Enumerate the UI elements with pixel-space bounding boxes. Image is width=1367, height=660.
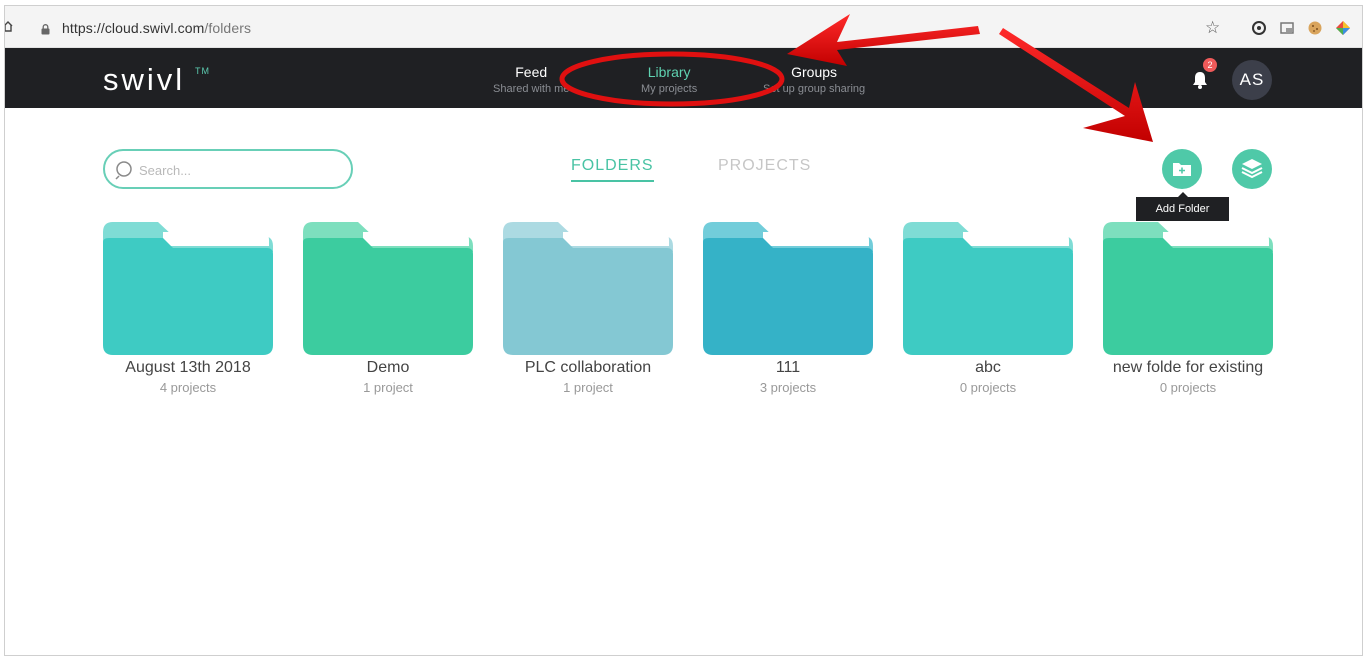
folder-count: 4 projects	[159, 380, 217, 395]
nav-library-title: Library	[647, 64, 691, 80]
folder-card[interactable]: August 13th 2018 4 projects	[103, 222, 273, 395]
folder-name: Demo	[366, 359, 410, 376]
folder-card[interactable]: Demo 1 project	[303, 222, 473, 395]
folder-count: 3 projects	[759, 380, 817, 395]
swivl-logo[interactable]: swivl TM	[103, 62, 209, 98]
browser-window: https://cloud.swivl.com/folders ☆ swivl T…	[4, 5, 1363, 656]
folder-name: abc	[975, 359, 1001, 376]
tab-folders[interactable]: FOLDERS	[571, 157, 654, 182]
cookie-extension-icon[interactable]	[1307, 20, 1323, 36]
folder-card[interactable]: new folde for existing 0 projects	[1103, 222, 1273, 395]
logo-trademark: TM	[195, 66, 210, 76]
extension-circle-icon[interactable]	[1251, 20, 1267, 36]
cast-icon[interactable]	[1279, 20, 1295, 36]
folder-card[interactable]: 111 3 projects	[703, 222, 873, 395]
url-field[interactable]: https://cloud.swivl.com/folders	[62, 20, 251, 36]
folder-card[interactable]: PLC collaboration 1 project	[503, 222, 673, 395]
add-folder-icon	[1173, 163, 1191, 176]
add-folder-tooltip: Add Folder	[1136, 192, 1229, 221]
folder-count: 0 projects	[1159, 380, 1217, 395]
folder-count: 1 project	[363, 380, 413, 395]
folder-icon	[703, 222, 873, 355]
user-avatar[interactable]: AS	[1232, 60, 1272, 100]
logo-text: swivl	[103, 62, 186, 97]
folder-icon	[903, 222, 1073, 355]
color-extension-icon[interactable]	[1335, 20, 1351, 36]
bookmark-star-icon[interactable]: ☆	[1205, 18, 1220, 38]
folder-card[interactable]: abc 0 projects	[903, 222, 1073, 395]
notification-badge: 2	[1203, 58, 1217, 72]
folder-count: 1 project	[563, 380, 613, 395]
layers-button[interactable]	[1232, 149, 1272, 189]
nav-groups[interactable]: Groups Set up group sharing	[763, 64, 865, 95]
folder-name: 111	[775, 359, 801, 376]
add-folder-button[interactable]	[1162, 149, 1202, 189]
folder-name: PLC collaboration	[524, 359, 652, 376]
nav-groups-title: Groups	[791, 64, 838, 80]
folder-name: August 13th 2018	[125, 359, 251, 376]
search-box[interactable]	[103, 149, 353, 189]
bell-icon[interactable]	[1191, 70, 1209, 90]
browser-address-bar: https://cloud.swivl.com/folders ☆	[5, 6, 1362, 48]
tab-projects[interactable]: PROJECTS	[718, 157, 811, 175]
url-path: /folders	[204, 20, 252, 36]
lock-icon	[41, 24, 50, 35]
url-host: https://cloud.swivl.com	[62, 20, 205, 36]
home-icon[interactable]	[4, 20, 13, 32]
nav-library[interactable]: Library My projects	[641, 64, 697, 95]
nav-feed-subtitle: Shared with me	[493, 83, 570, 95]
nav-feed-title: Feed	[515, 64, 548, 80]
layers-icon	[1241, 159, 1263, 179]
folder-count: 0 projects	[959, 380, 1017, 395]
nav-feed[interactable]: Feed Shared with me	[493, 64, 569, 95]
app-header: swivl TM Feed Shared with me Library My p…	[5, 48, 1362, 108]
folder-icon	[303, 222, 473, 355]
nav-library-subtitle: My projects	[641, 83, 698, 95]
folder-icon	[1103, 222, 1273, 355]
folder-name: new folde for existing	[1112, 359, 1264, 376]
folder-icon	[503, 222, 673, 355]
search-input[interactable]	[139, 160, 339, 180]
nav-groups-subtitle: Set up group sharing	[763, 83, 866, 95]
folder-icon	[103, 222, 273, 355]
search-icon	[115, 161, 132, 180]
